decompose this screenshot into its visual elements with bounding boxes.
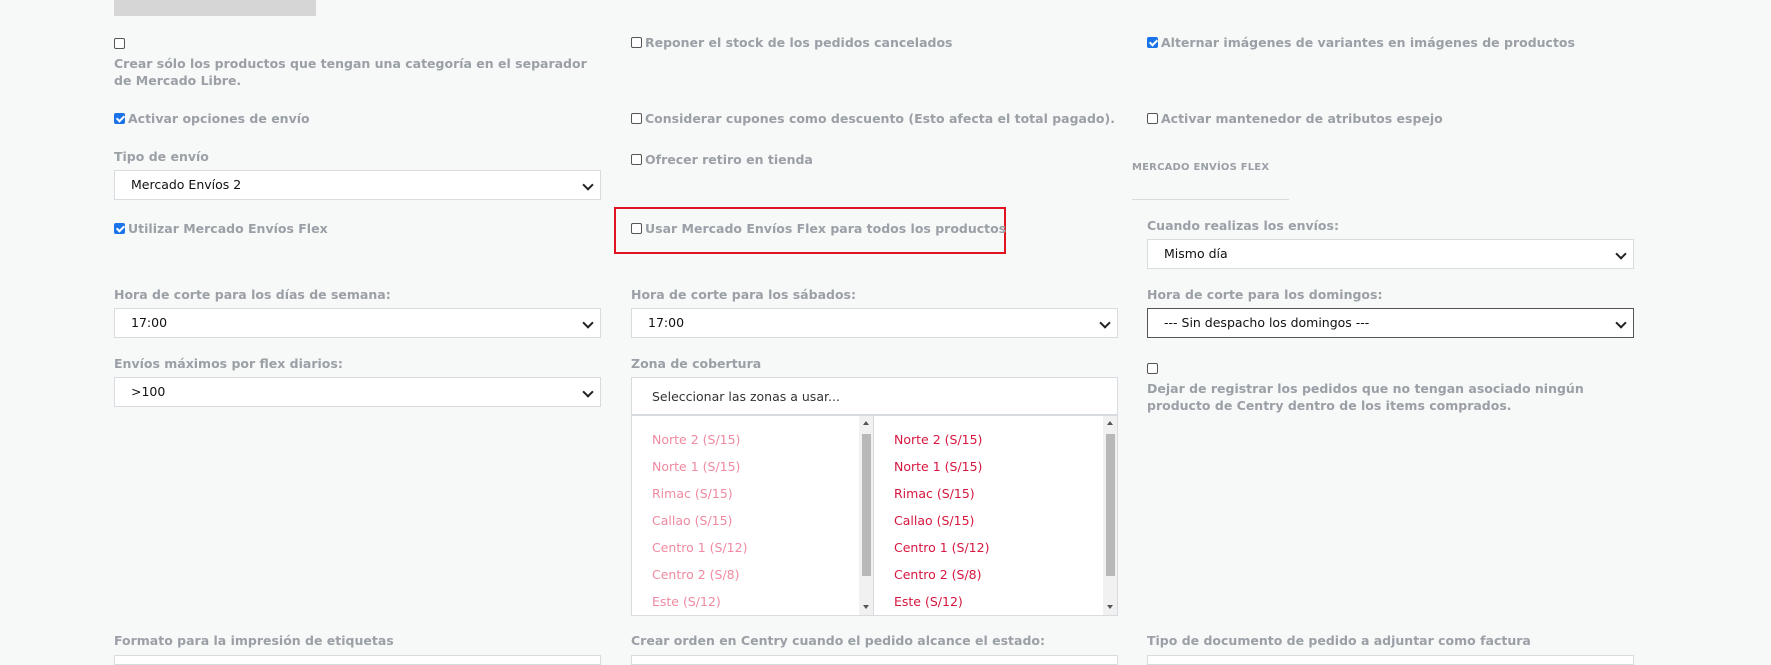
available-zone-item[interactable]: Rimac (S/15) [652,486,733,501]
coupons-checkbox[interactable] [631,113,642,124]
create-only-categorized-label: Crear sólo los productos que tengan una … [114,56,587,88]
selected-zone-item[interactable]: Norte 2 (S/15) [894,432,982,447]
mirror-attributes-option[interactable]: Activar mantenedor de atributos espejo [1147,110,1443,127]
selected-zone-item[interactable]: Callao (S/15) [894,513,974,528]
coupons-option[interactable]: Considerar cupones como descuento (Esto … [631,110,1115,127]
selected-zone-item[interactable]: Centro 2 (S/8) [894,567,982,582]
max-flex-select[interactable]: >100 [114,377,601,407]
use-flex-all-option[interactable]: Usar Mercado Envíos Flex para todos los … [631,220,1006,237]
weekday-cutoff-select[interactable]: 17:00 [114,308,601,338]
shipping-options-label: Activar opciones de envío [128,111,310,126]
scroll-down-arrow-icon[interactable] [1107,605,1113,609]
available-zones-scrollbar[interactable] [859,416,873,615]
chevron-down-icon [1099,317,1111,329]
saturday-cutoff-select[interactable]: 17:00 [631,308,1118,338]
sunday-cutoff-select[interactable]: --- Sin despacho los domingos --- [1147,308,1634,338]
selected-zone-item[interactable]: Este (S/12) [894,594,963,609]
document-type-label: Tipo de documento de pedido a adjuntar c… [1147,633,1531,648]
store-pickup-option[interactable]: Ofrecer retiro en tienda [631,151,813,168]
flex-section-title: MERCADO ENVÍOS FLEX [1132,162,1270,173]
alternate-images-checkbox[interactable] [1147,37,1158,48]
selected-zones-list[interactable]: Norte 2 (S/15) Norte 1 (S/15) Rimac (S/1… [873,415,1118,616]
scroll-thumb[interactable] [862,434,871,576]
label-format-select[interactable] [114,655,601,665]
chevron-down-icon [582,179,594,191]
shipping-type-select[interactable]: Mercado Envíos 2 [114,170,601,200]
shipping-type-value: Mercado Envíos 2 [131,177,242,192]
stop-register-checkbox[interactable] [1147,363,1158,374]
shipping-when-label: Cuando realizas los envíos: [1147,218,1339,233]
mirror-attributes-label: Activar mantenedor de atributos espejo [1161,111,1443,126]
max-flex-label: Envíos máximos por flex diarios: [114,356,343,371]
shipping-when-select[interactable]: Mismo día [1147,239,1634,269]
available-zone-item[interactable]: Este (S/12) [652,594,721,609]
create-order-state-select[interactable] [631,655,1118,665]
selected-zones-scrollbar[interactable] [1103,416,1117,615]
shipping-options-option[interactable]: Activar opciones de envío [114,110,310,127]
scroll-up-arrow-icon[interactable] [1107,421,1113,425]
available-zone-item[interactable]: Norte 2 (S/15) [652,432,740,447]
stop-register-label: Dejar de registrar los pedidos que no te… [1147,381,1584,413]
use-flex-checkbox[interactable] [114,223,125,234]
label-format-label: Formato para la impresión de etiquetas [114,633,394,648]
chevron-down-icon [582,386,594,398]
flex-section-divider [1132,199,1289,200]
shipping-type-label: Tipo de envío [114,149,209,164]
coverage-search-input[interactable]: Seleccionar las zonas a usar... [631,377,1118,415]
restock-label: Reponer el stock de los pedidos cancelad… [645,35,953,50]
scroll-up-arrow-icon[interactable] [863,421,869,425]
selected-zone-item[interactable]: Rimac (S/15) [894,486,975,501]
alternate-images-option[interactable]: Alternar imágenes de variantes en imágen… [1147,34,1575,51]
available-zone-item[interactable]: Centro 1 (S/12) [652,540,747,555]
sunday-cutoff-label: Hora de corte para los domingos: [1147,287,1383,302]
selected-zone-item[interactable]: Norte 1 (S/15) [894,459,982,474]
sunday-cutoff-value: --- Sin despacho los domingos --- [1164,315,1370,330]
store-pickup-label: Ofrecer retiro en tienda [645,152,813,167]
store-pickup-checkbox[interactable] [631,154,642,165]
weekday-cutoff-value: 17:00 [131,315,168,330]
use-flex-label: Utilizar Mercado Envíos Flex [128,221,328,236]
create-order-state-label: Crear orden en Centry cuando el pedido a… [631,633,1045,648]
available-zones-list[interactable]: Norte 2 (S/15) Norte 1 (S/15) Rimac (S/1… [631,415,874,616]
coverage-label: Zona de cobertura [631,356,762,371]
use-flex-option[interactable]: Utilizar Mercado Envíos Flex [114,220,328,237]
alternate-images-label: Alternar imágenes de variantes en imágen… [1161,35,1575,50]
shipping-when-value: Mismo día [1164,246,1228,261]
use-flex-all-label: Usar Mercado Envíos Flex para todos los … [645,221,1007,236]
available-zone-item[interactable]: Callao (S/15) [652,513,732,528]
restock-checkbox[interactable] [631,37,642,48]
chevron-down-icon [1615,248,1627,260]
chevron-down-icon [1615,317,1627,329]
available-zone-item[interactable]: Norte 1 (S/15) [652,459,740,474]
saturday-cutoff-value: 17:00 [648,315,685,330]
coupons-label: Considerar cupones como descuento (Esto … [645,111,1115,126]
available-zone-item[interactable]: Centro 2 (S/8) [652,567,740,582]
document-type-select[interactable] [1147,655,1634,665]
shipping-options-checkbox[interactable] [114,113,125,124]
chevron-down-icon [582,317,594,329]
restock-option[interactable]: Reponer el stock de los pedidos cancelad… [631,34,952,51]
weekday-cutoff-label: Hora de corte para los días de semana: [114,287,391,302]
max-flex-value: >100 [131,384,166,399]
scroll-thumb[interactable] [1106,434,1115,576]
mirror-attributes-checkbox[interactable] [1147,113,1158,124]
use-flex-all-checkbox[interactable] [631,223,642,234]
create-only-categorized-checkbox[interactable] [114,38,125,49]
saturday-cutoff-label: Hora de corte para los sábados: [631,287,856,302]
selected-zone-item[interactable]: Centro 1 (S/12) [894,540,989,555]
create-only-categorized-option[interactable]: Crear sólo los productos que tengan una … [114,33,594,89]
stop-register-option[interactable]: Dejar de registrar los pedidos que no te… [1147,358,1634,414]
top-placeholder-bar [114,0,316,16]
scroll-down-arrow-icon[interactable] [863,605,869,609]
